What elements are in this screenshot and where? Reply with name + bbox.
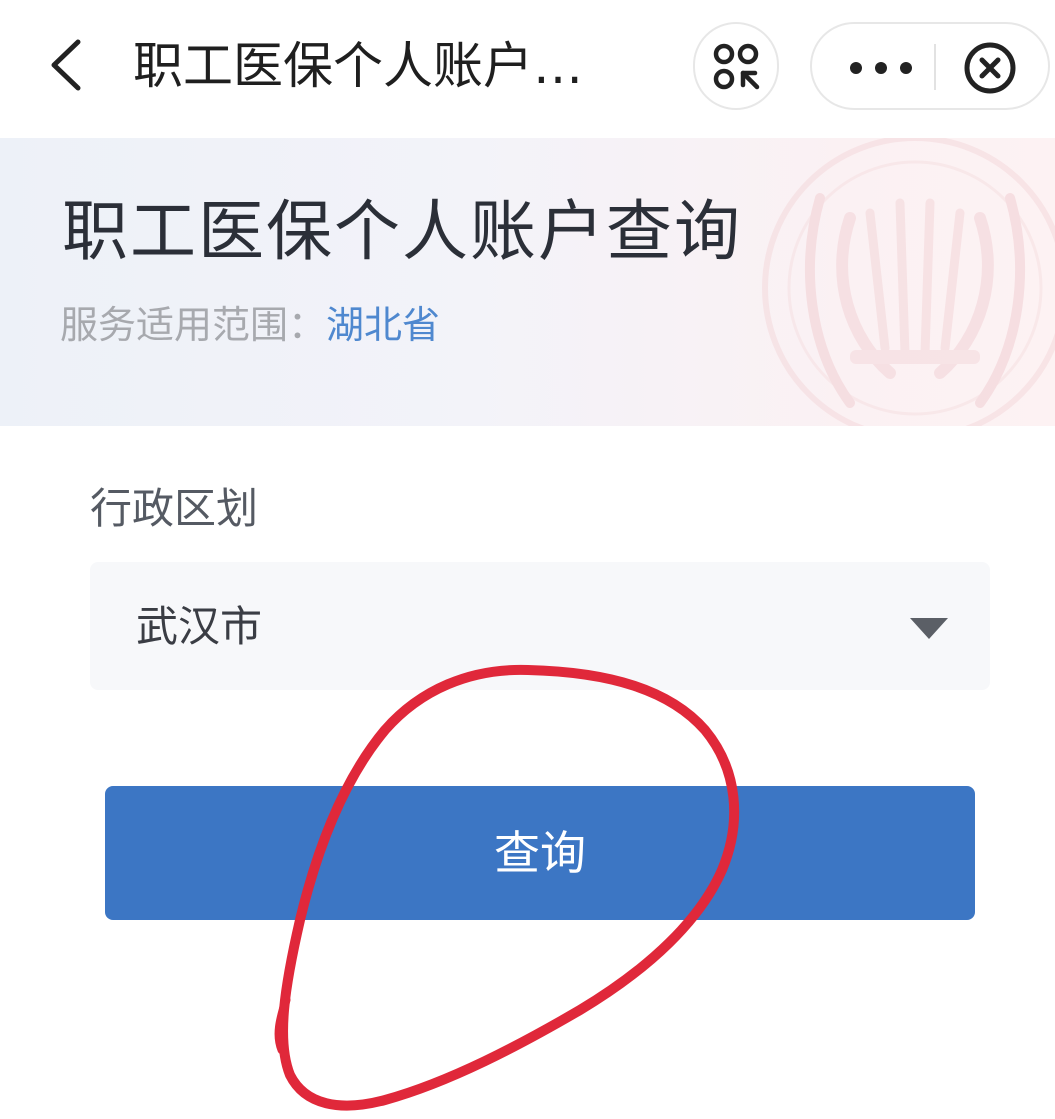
region-select-value: 武汉市 bbox=[136, 602, 263, 651]
navigation-title: 职工医保个人账户… bbox=[133, 37, 583, 95]
query-button[interactable]: 查询 bbox=[105, 786, 975, 920]
top-navigation-bar: 职工医保个人账户… bbox=[0, 0, 1055, 138]
more-button[interactable] bbox=[834, 34, 934, 98]
service-scope: 服务适用范围：湖北省 bbox=[60, 302, 440, 348]
close-circle-icon bbox=[964, 42, 1016, 94]
region-select[interactable]: 武汉市 bbox=[90, 562, 990, 690]
back-button[interactable] bbox=[36, 30, 96, 100]
more-dots-icon bbox=[850, 62, 912, 74]
capsule-divider bbox=[934, 44, 936, 90]
region-field-label: 行政区划 bbox=[90, 484, 259, 533]
scan-code-icon bbox=[713, 43, 760, 90]
capsule-menu bbox=[810, 22, 1050, 110]
scope-value[interactable]: 湖北省 bbox=[326, 303, 440, 347]
query-button-label: 查询 bbox=[494, 826, 586, 880]
caret-down-icon bbox=[910, 618, 948, 639]
close-button[interactable] bbox=[962, 40, 1018, 96]
emblem-watermark bbox=[762, 138, 1055, 426]
scope-label: 服务适用范围： bbox=[60, 303, 327, 347]
scan-code-button[interactable] bbox=[693, 22, 779, 110]
chevron-left-icon bbox=[51, 39, 81, 91]
page-title: 职工医保个人账户查询 bbox=[62, 193, 742, 270]
mini-program-page: 职工医保个人账户… 职工医保个人账户查询 服务适用范围：湖北省 行政区划 武汉市… bbox=[0, 0, 1055, 1119]
header-banner bbox=[0, 138, 1055, 426]
